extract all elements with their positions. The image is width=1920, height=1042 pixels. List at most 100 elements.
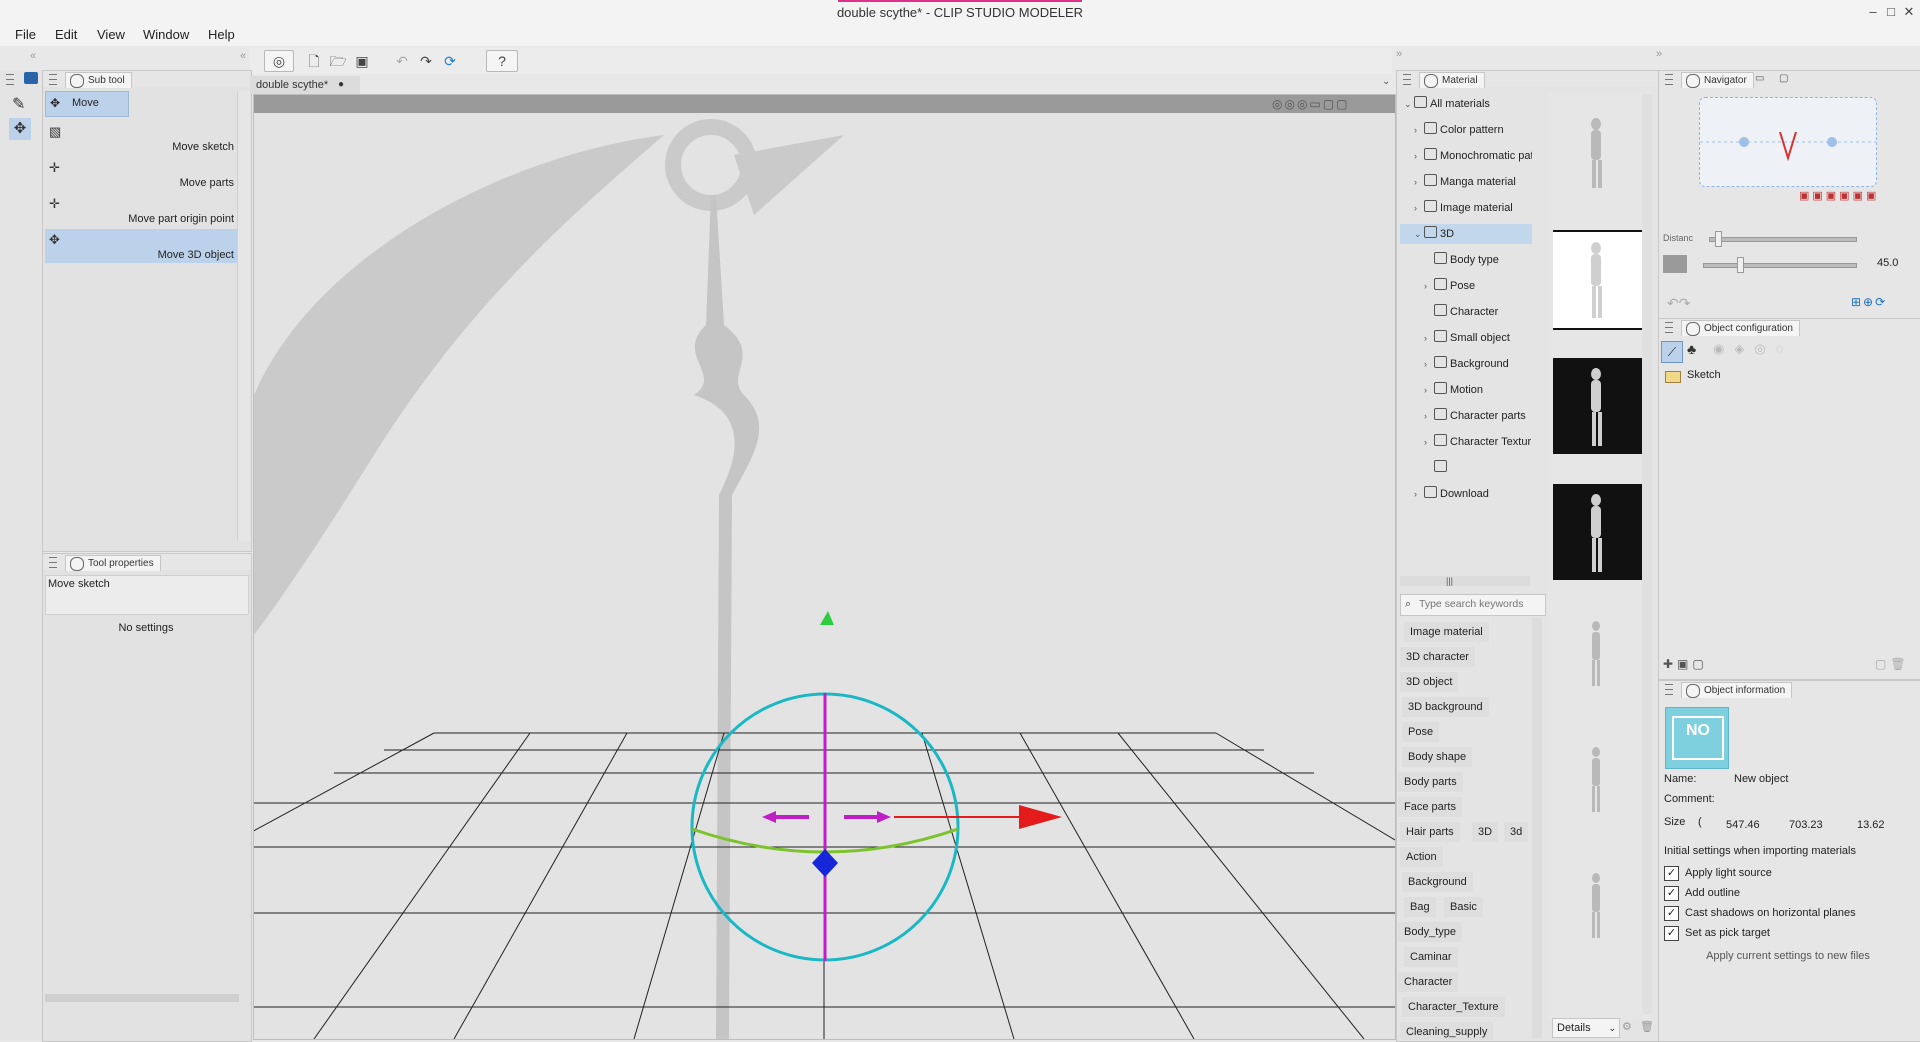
subtool-move-part-origin[interactable]: ✛ Move part origin point: [45, 193, 237, 227]
tag-item[interactable]: Character_Texture: [1402, 997, 1505, 1017]
tag-item[interactable]: Image material: [1404, 622, 1489, 642]
tree-icon[interactable]: ♣: [1687, 341, 1696, 357]
tab-navigator[interactable]: Navigator: [1681, 72, 1754, 88]
tree-item-unnamed-folder[interactable]: [1434, 458, 1532, 478]
tag-item[interactable]: Character: [1398, 972, 1459, 992]
tag-item[interactable]: Body parts: [1398, 772, 1463, 792]
help-icon[interactable]: ?: [486, 50, 518, 72]
minimize-button[interactable]: –: [1864, 3, 1882, 21]
refresh-camera-icon[interactable]: ⟳: [438, 50, 462, 72]
tree-item-motion[interactable]: › Motion: [1424, 380, 1532, 400]
clip-studio-icon[interactable]: ◎: [264, 50, 294, 72]
camera-tool-icons[interactable]: ⊞⊕⟳: [1851, 295, 1887, 309]
tag-item[interactable]: Face parts: [1398, 797, 1462, 817]
collapse-material-icon[interactable]: »: [1396, 48, 1408, 68]
tree-item-character-texture[interactable]: › Character Textur: [1424, 432, 1532, 452]
apply-light-source-checkbox[interactable]: ✓: [1664, 866, 1679, 881]
collapse-left-icon[interactable]: «: [30, 50, 36, 62]
menu-help[interactable]: Help: [208, 27, 235, 42]
material-settings-icon[interactable]: ⚙: [1622, 1020, 1632, 1033]
tree-item-character[interactable]: Character: [1424, 302, 1532, 322]
cast-shadows-checkbox[interactable]: ✓: [1664, 906, 1679, 921]
menu-edit[interactable]: Edit: [55, 27, 77, 42]
document-tab[interactable]: double scythe* ●: [250, 76, 360, 94]
menu-window[interactable]: Window: [143, 27, 189, 42]
undo-icon[interactable]: ↶: [390, 50, 414, 72]
tool-properties-scrollbar[interactable]: [45, 994, 239, 1002]
panel-menu-icon[interactable]: [6, 74, 14, 85]
new-file-icon[interactable]: 🗋: [302, 50, 326, 72]
camera-preset-icons[interactable]: ▣▣▣▣▣▣: [1799, 189, 1879, 202]
tag-item[interactable]: 3D object: [1400, 672, 1459, 692]
apply-to-new-files-button[interactable]: Apply current settings to new files: [1664, 946, 1912, 966]
tab-object-information[interactable]: Object information: [1681, 682, 1793, 698]
subtool-group-move[interactable]: ✥ Move: [45, 91, 129, 117]
tab-object-configuration[interactable]: Object configuration: [1681, 320, 1800, 336]
tag-item[interactable]: 3D background: [1402, 697, 1489, 717]
material-search-box[interactable]: ⌕: [1400, 594, 1546, 616]
maximize-button[interactable]: □: [1882, 3, 1900, 21]
redo-icon[interactable]: ↷: [414, 50, 438, 72]
tag-item[interactable]: Action: [1400, 847, 1443, 867]
tree-item-body-type[interactable]: Body type: [1424, 250, 1532, 270]
name-value[interactable]: New object: [1734, 773, 1788, 785]
tag-item[interactable]: Body shape: [1402, 747, 1473, 767]
tree-item-all-materials[interactable]: ⌄ All materials: [1404, 94, 1532, 114]
distance-slider-thumb[interactable]: [1715, 231, 1722, 247]
tool-properties-menu-icon[interactable]: [49, 557, 57, 568]
object-root-label[interactable]: Sketch: [1687, 369, 1721, 381]
angle-value[interactable]: 45.0: [1877, 257, 1898, 269]
object-information-menu-icon[interactable]: [1665, 684, 1673, 695]
subtool-move-sketch[interactable]: ▧ Move sketch: [45, 121, 237, 155]
thumbnail-scrollbar[interactable]: [1642, 94, 1652, 1014]
view-mode-icons[interactable]: ◎◎◎▭▢▢: [1272, 97, 1349, 111]
tag-item[interactable]: 3d: [1504, 822, 1529, 842]
move-tool-icon[interactable]: ✥: [9, 118, 31, 140]
tag-item[interactable]: 3D character: [1400, 647, 1475, 667]
subtool-scrollbar[interactable]: [237, 91, 250, 541]
material-delete-icon[interactable]: 🗑: [1640, 1020, 1654, 1033]
tree-item-image-material[interactable]: › Image material: [1414, 198, 1532, 218]
tool-panel-icon[interactable]: [24, 72, 38, 84]
open-file-icon[interactable]: 🗁: [326, 50, 350, 72]
distance-slider[interactable]: [1709, 237, 1857, 242]
subtool-menu-icon[interactable]: [49, 74, 57, 85]
tree-item-manga-material[interactable]: › Manga material: [1414, 172, 1532, 192]
tree-item-small-object[interactable]: › Small object: [1424, 328, 1532, 348]
tab-subtool[interactable]: Sub tool: [65, 72, 132, 88]
tree-item-monochromatic[interactable]: › Monochromatic pat: [1414, 146, 1532, 166]
tag-item[interactable]: Body_type: [1398, 922, 1462, 942]
navigator-menu-icon[interactable]: [1665, 74, 1673, 85]
tree-item-pose[interactable]: › Pose: [1424, 276, 1532, 296]
viewport-menu-icon[interactable]: ⌄: [1382, 76, 1390, 87]
pen-tool-icon[interactable]: ✎: [12, 94, 25, 114]
sketch-view-icon[interactable]: ⟋: [1661, 341, 1683, 363]
tag-scrollbar[interactable]: [1532, 618, 1542, 1038]
camera-tab-icon[interactable]: ▭: [1755, 73, 1771, 85]
view-mode-select[interactable]: Details ⌄: [1552, 1018, 1620, 1038]
camera-undo-icon[interactable]: ↶↷: [1667, 295, 1690, 312]
tag-item[interactable]: Background: [1402, 872, 1473, 892]
material-search-input[interactable]: [1419, 596, 1541, 612]
object-configuration-menu-icon[interactable]: [1665, 322, 1673, 333]
tree-item-character-parts[interactable]: › Character parts: [1424, 406, 1532, 426]
save-icon[interactable]: ▣: [350, 50, 374, 72]
navigator-view[interactable]: [1699, 97, 1877, 187]
document-close-icon[interactable]: ●: [338, 76, 344, 94]
add-object-icons[interactable]: ✚▣▢: [1663, 657, 1708, 671]
preview-tab-icon[interactable]: ▢: [1779, 73, 1795, 85]
tree-item-3d[interactable]: ⌄ 3D: [1400, 224, 1532, 244]
tab-tool-properties[interactable]: Tool properties: [65, 555, 161, 571]
collapse-navigator-icon[interactable]: »: [1656, 48, 1668, 68]
subtool-move-3d-object[interactable]: ✥ Move 3D object: [45, 229, 237, 263]
angle-slider[interactable]: [1703, 263, 1857, 268]
angle-slider-thumb[interactable]: [1737, 257, 1744, 273]
object-delete-icons[interactable]: ▢🗑: [1875, 657, 1910, 671]
tree-scroll-thumb-icon[interactable]: |||: [1446, 576, 1453, 586]
tab-material[interactable]: Material: [1419, 72, 1485, 88]
tree-item-background[interactable]: › Background: [1424, 354, 1532, 374]
close-button[interactable]: ✕: [1900, 3, 1918, 21]
tree-h-scrollbar[interactable]: [1400, 576, 1530, 586]
tree-item-color-pattern[interactable]: › Color pattern: [1414, 120, 1532, 140]
add-outline-checkbox[interactable]: ✓: [1664, 886, 1679, 901]
